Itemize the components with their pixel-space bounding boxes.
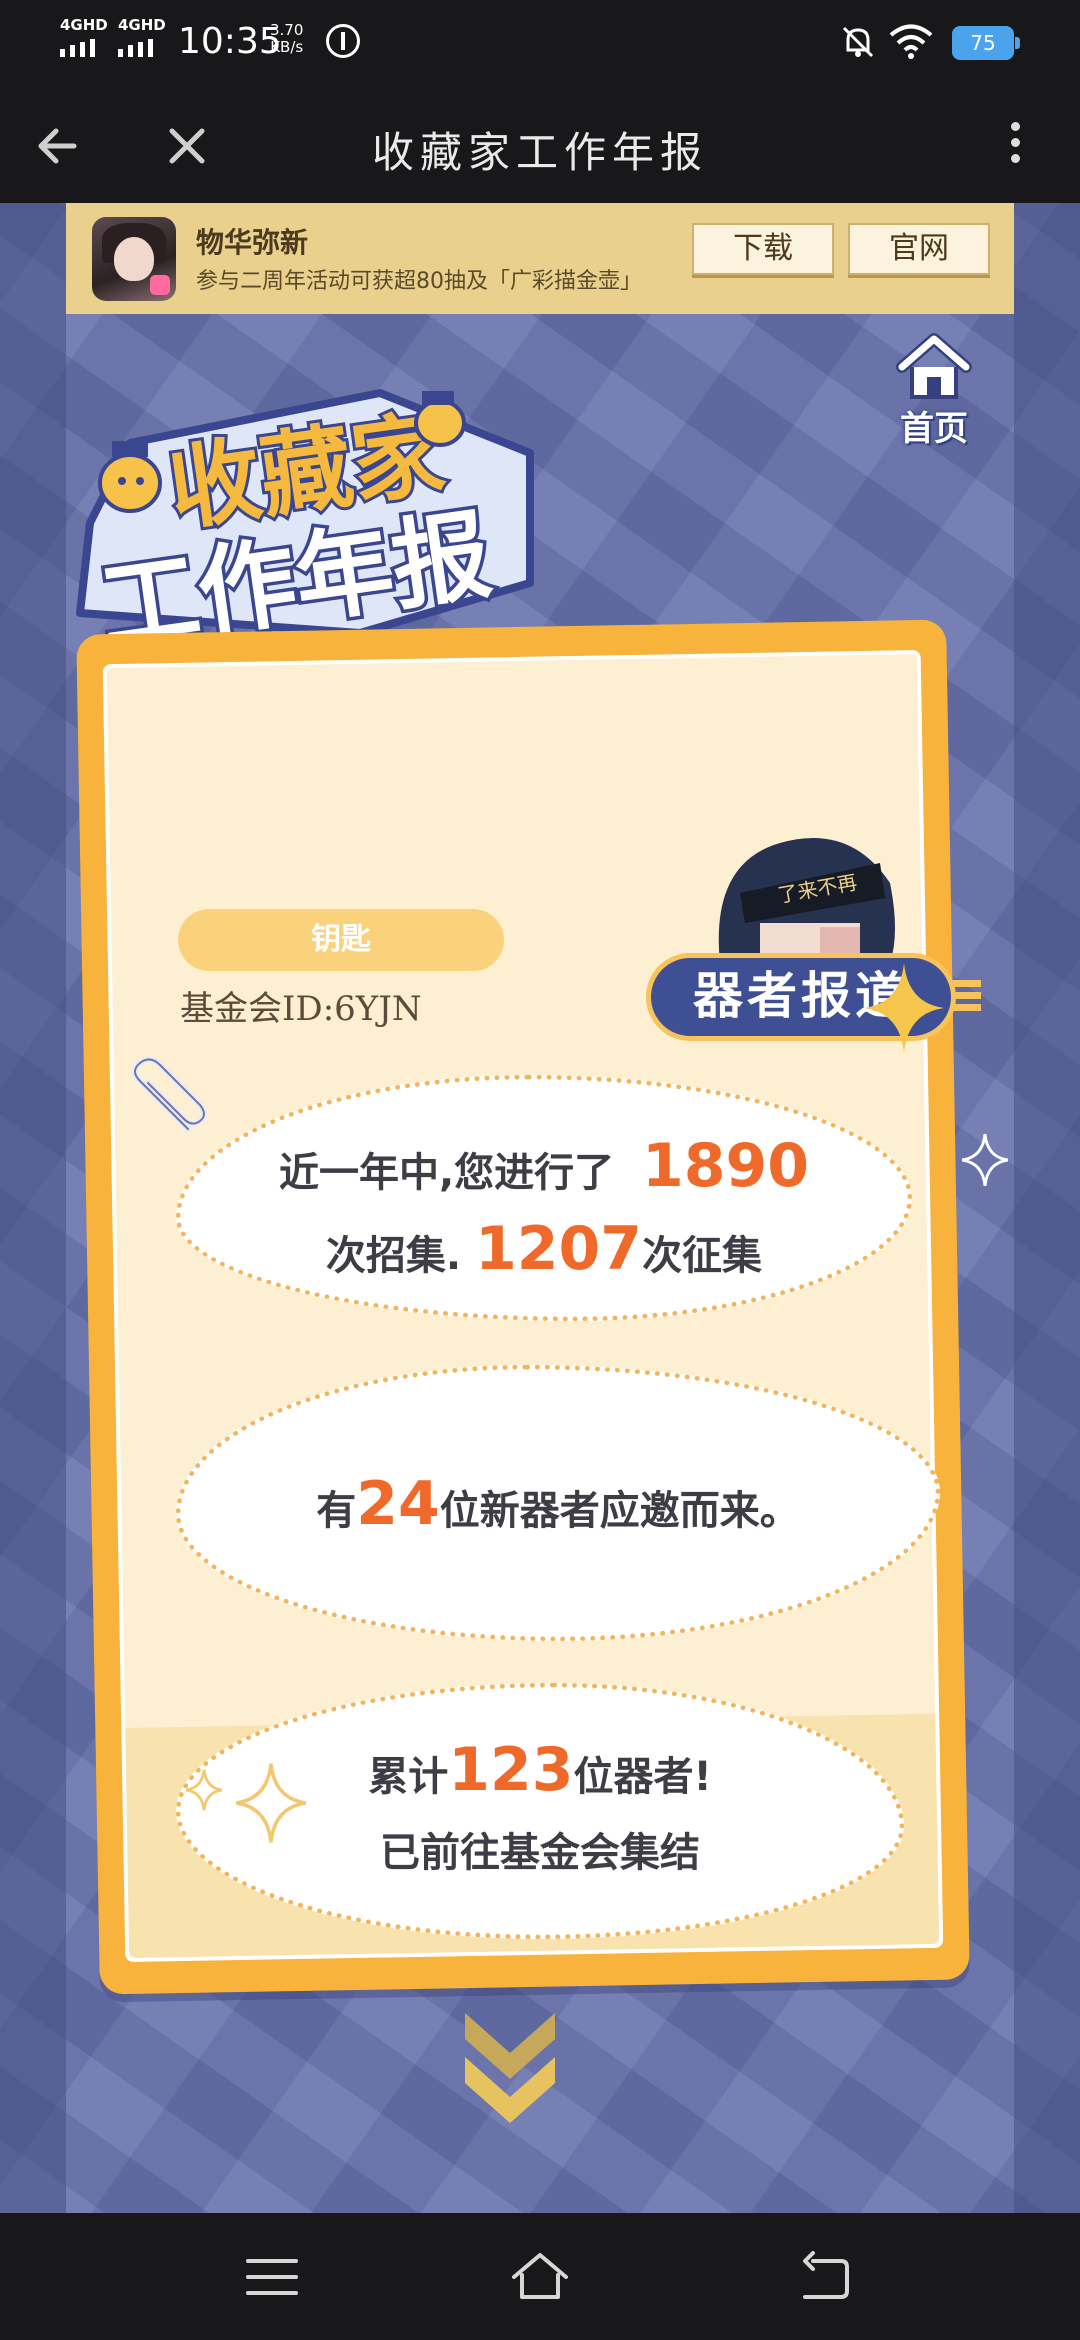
app-icon[interactable] — [92, 217, 176, 301]
mascot-bird2-icon — [414, 391, 466, 447]
recruit-count: 1890 — [642, 1131, 810, 1201]
network-speed: 3.70 KB/s — [270, 22, 303, 56]
recruit-line-prefix: 近一年中,您进行了 — [278, 1150, 615, 1196]
new-members-count: 24 — [356, 1469, 440, 1539]
wifi-icon — [889, 24, 933, 59]
annual-report-page: 物华弥新 参与二周年活动可获超80抽及「广彩描金壶」 下载 官网 首页 收藏家 … — [0, 203, 1080, 2213]
collect-count: 1207 — [475, 1214, 643, 1284]
menu-icon[interactable] — [242, 2249, 302, 2305]
total-members-prefix: 累计 — [368, 1754, 449, 1800]
network-speed-value: 3.70 — [270, 21, 304, 39]
more-vertical-icon[interactable] — [1000, 115, 1030, 177]
status-bar: 4GHD 4GHD 10:35 3.70 KB/s 75 — [0, 0, 1080, 85]
scroll-down-chevron-icon[interactable] — [455, 2003, 565, 2133]
mute-bell-icon — [842, 26, 874, 58]
network-speed-unit: KB/s — [270, 38, 304, 56]
signal-sim2-icon: 4GHD — [118, 18, 166, 57]
browser-header: 收藏家工作年报 — [0, 85, 1080, 203]
sim1-label: 4GHD — [60, 16, 108, 34]
new-members-prefix: 有 — [316, 1488, 357, 1534]
clock: 10:35 — [178, 21, 282, 62]
sparkle-icon — [186, 1769, 222, 1811]
sparkle-icon — [962, 1133, 1008, 1187]
home-icon — [896, 333, 972, 399]
page-title: 收藏家工作年报 — [371, 128, 708, 177]
sim2-label: 4GHD — [118, 16, 166, 34]
battery-icon: 75 — [952, 26, 1020, 60]
rank-badge: 钥匙 — [178, 909, 504, 971]
return-icon[interactable] — [795, 2249, 855, 2305]
home-outline-icon[interactable] — [510, 2249, 570, 2305]
collect-line-suffix: 次征集 — [642, 1233, 763, 1279]
new-members-suffix: 位新器者应邀而来。 — [439, 1488, 800, 1534]
promo-banner[interactable]: 物华弥新 参与二周年活动可获超80抽及「广彩描金壶」 下载 官网 — [66, 203, 1014, 314]
total-members-suffix: 位器者! — [573, 1754, 712, 1800]
download-button[interactable]: 下载 — [692, 223, 834, 275]
signal-sim1-icon: 4GHD — [60, 18, 108, 57]
promo-app-name: 物华弥新 — [196, 226, 309, 259]
sparkle-icon — [864, 963, 944, 1053]
left-shade — [0, 203, 66, 2213]
total-members-count: 123 — [448, 1735, 574, 1805]
foundation-id: 基金会ID:6YJN — [180, 989, 422, 1029]
sparkle-icon — [236, 1763, 306, 1843]
character-avatar: 了来不再 — [718, 838, 895, 963]
home-label: 首页 — [900, 409, 968, 449]
right-shade — [1014, 203, 1080, 2213]
promo-description: 参与二周年活动可获超80抽及「广彩描金壶」 — [196, 269, 642, 294]
official-site-button[interactable]: 官网 — [848, 223, 990, 275]
system-nav-bar — [0, 2213, 1080, 2340]
home-button[interactable]: 首页 — [886, 333, 982, 449]
collect-line-prefix: 次招集. — [325, 1233, 462, 1279]
vpn-icon — [326, 24, 360, 58]
